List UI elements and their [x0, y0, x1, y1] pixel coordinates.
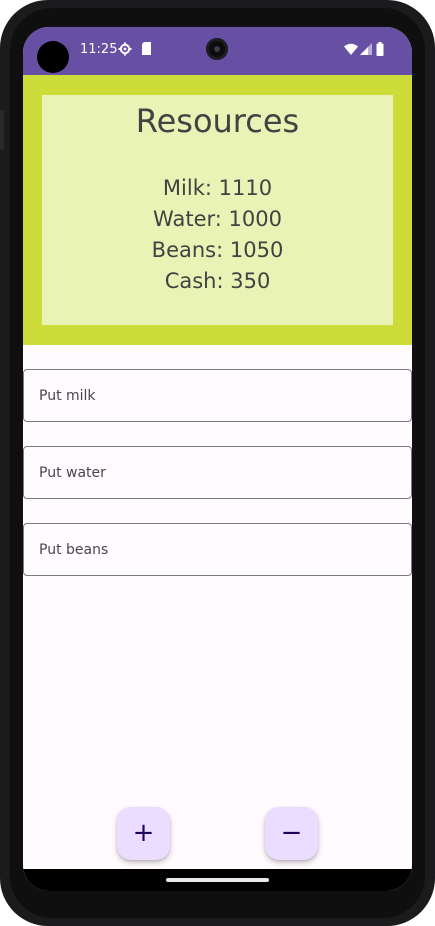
resources-list: Milk: 1110 Water: 1000 Beans: 1050 Cash:… [42, 173, 393, 297]
remove-button[interactable]: − [265, 807, 318, 860]
home-gesture-handle[interactable] [166, 878, 269, 882]
signal-icon [360, 43, 372, 58]
resource-beans: Beans: 1050 [151, 238, 284, 262]
add-button[interactable]: + [117, 807, 170, 860]
device-frame: 11:25 Resources Milk: 1110 Water: 1000 B… [0, 0, 435, 926]
avatar [37, 41, 69, 73]
beans-input[interactable] [39, 524, 389, 575]
resource-cash: Cash: 350 [164, 269, 271, 293]
water-field[interactable] [23, 446, 412, 499]
volume-button [0, 110, 4, 150]
front-camera [206, 38, 228, 60]
resources-card: Resources Milk: 1110 Water: 1000 Beans: … [42, 95, 393, 325]
battery-icon [376, 42, 384, 59]
navigation-bar [23, 869, 412, 891]
resources-title: Resources [135, 102, 300, 140]
wifi-icon [344, 43, 358, 58]
water-input[interactable] [39, 447, 389, 498]
beans-field[interactable] [23, 523, 412, 576]
resource-milk: Milk: 1110 [162, 176, 273, 200]
milk-input[interactable] [39, 370, 389, 421]
gear-icon [118, 42, 132, 59]
status-bar: 11:25 [23, 27, 412, 75]
resources-panel: Resources Milk: 1110 Water: 1000 Beans: … [23, 75, 412, 345]
status-time: 11:25 [80, 42, 118, 57]
milk-field[interactable] [23, 369, 412, 422]
resource-water: Water: 1000 [153, 207, 282, 231]
app-screen: 11:25 Resources Milk: 1110 Water: 1000 B… [23, 27, 412, 891]
sim-card-icon [141, 42, 152, 58]
